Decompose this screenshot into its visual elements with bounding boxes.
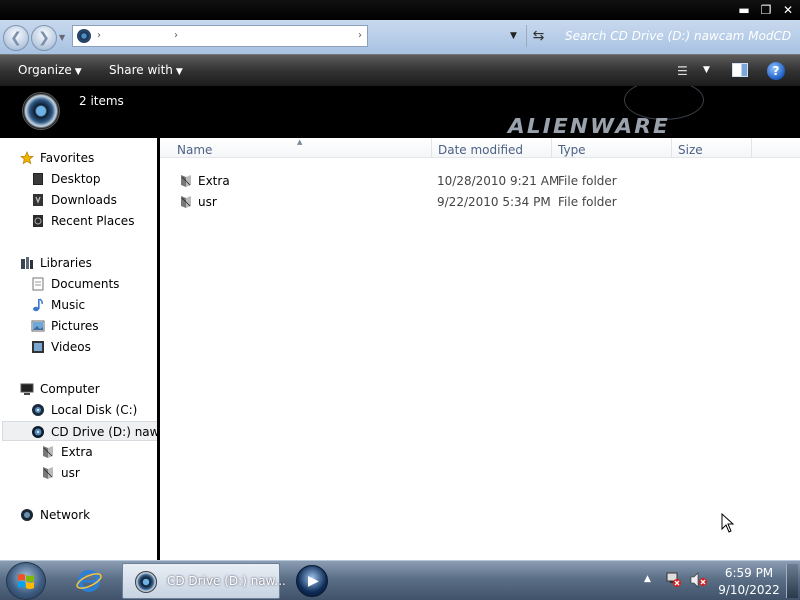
internet-explorer-icon[interactable] — [74, 567, 104, 595]
show-desktop-button[interactable] — [786, 564, 798, 598]
sort-ascending-icon: ▲ — [297, 138, 303, 146]
column-header-date-modified[interactable]: Date modified — [438, 143, 523, 157]
documents-icon — [32, 277, 44, 291]
title-bar: ▬ ❐ ✕ — [0, 0, 800, 20]
address-bar[interactable]: › › › — [72, 25, 368, 47]
change-view-icon[interactable]: ☰ — [677, 64, 688, 78]
desktop-icon — [33, 173, 43, 185]
command-bar: Organize ▼ Share with ▼ ☰ ▼ ? — [0, 54, 800, 86]
sidebar-label: Recent Places — [51, 214, 135, 228]
details-header: 2 items ALIENWARE — [0, 86, 800, 138]
computer-icon — [20, 383, 34, 395]
taskbar-button-label: CD Drive (D:) naw... — [167, 574, 286, 588]
column-separator[interactable] — [671, 138, 672, 158]
windows-logo-icon — [18, 574, 34, 589]
minimize-button[interactable]: ▬ — [733, 2, 755, 18]
close-button[interactable]: ✕ — [777, 2, 799, 18]
column-header-type[interactable]: Type — [558, 143, 586, 157]
videos-icon — [32, 341, 44, 353]
file-type: File folder — [558, 195, 617, 209]
share-with-button[interactable]: Share with ▼ — [109, 63, 183, 77]
file-name: Extra — [198, 174, 230, 188]
address-row: ❮ ❯ ▼ › › › ▼ ⇆ Search CD Drive (D:) naw… — [0, 20, 800, 54]
breadcrumb-chevron-icon[interactable]: › — [97, 30, 101, 41]
sidebar-label: Music — [51, 298, 86, 312]
hard-disk-icon — [32, 404, 44, 416]
column-headers: ▲ Name Date modified Type Size — [160, 138, 800, 158]
pictures-icon — [31, 320, 45, 332]
mouse-cursor-icon — [721, 513, 735, 533]
sidebar-label: Local Disk (C:) — [51, 403, 138, 417]
start-button[interactable] — [6, 562, 46, 600]
sidebar-label: Desktop — [51, 172, 101, 186]
back-button[interactable]: ❮ — [3, 25, 29, 51]
show-hidden-icons-icon[interactable]: ▲ — [644, 574, 651, 584]
share-with-label: Share with — [109, 63, 173, 77]
column-separator[interactable] — [431, 138, 432, 158]
cd-drive-icon — [135, 571, 157, 593]
address-history-dropdown-icon[interactable]: ▼ — [510, 31, 517, 41]
clock-date[interactable]: 9/10/2022 — [714, 583, 784, 597]
volume-muted-icon[interactable] — [690, 572, 708, 588]
sidebar-label: Pictures — [51, 319, 99, 333]
file-list: ▲ Name Date modified Type Size Extra 10/… — [160, 138, 800, 560]
cd-drive-icon — [77, 29, 91, 43]
refresh-icon[interactable]: ⇆ — [526, 25, 550, 47]
folder-icon — [181, 175, 191, 187]
column-separator[interactable] — [751, 138, 752, 158]
breadcrumb-chevron-icon[interactable]: › — [174, 30, 178, 41]
table-row[interactable]: usr 9/22/2010 5:34 PM File folder — [176, 192, 776, 212]
network-status-icon[interactable] — [666, 572, 682, 588]
sidebar-label: Network — [40, 508, 91, 522]
sidebar-label: Downloads — [51, 193, 117, 207]
music-icon — [33, 298, 43, 312]
file-name: usr — [198, 195, 217, 209]
sidebar-label: Favorites — [40, 151, 95, 165]
sidebar-label: Documents — [51, 277, 120, 291]
libraries-icon — [21, 257, 33, 269]
view-options-dropdown-icon[interactable]: ▼ — [703, 65, 710, 75]
column-separator[interactable] — [551, 138, 552, 158]
star-icon — [20, 151, 34, 165]
media-player-icon[interactable]: ▶ — [296, 565, 328, 597]
items-count: 2 items — [79, 94, 124, 108]
file-date-modified: 10/28/2010 9:21 AM — [437, 174, 560, 188]
downloads-icon — [33, 194, 43, 206]
breadcrumb-chevron-icon[interactable]: › — [358, 30, 362, 41]
column-header-size[interactable]: Size — [678, 143, 703, 157]
taskbar-button-explorer[interactable]: CD Drive (D:) naw... — [122, 563, 286, 599]
recent-pages-dropdown-icon[interactable]: ▼ — [59, 33, 65, 42]
organize-label: Organize — [18, 63, 72, 77]
taskbar: CD Drive (D:) naw... ▶ ▲ 6:59 PM 9/10/20… — [0, 560, 800, 600]
alienware-logo: ALIENWARE — [508, 114, 670, 138]
chevron-down-icon: ▼ — [74, 67, 82, 77]
search-input[interactable]: Search CD Drive (D:) nawcam ModCD — [556, 25, 796, 47]
network-icon — [21, 509, 33, 521]
sidebar-label: CD Drive (D:) nawcam ModCD — [51, 425, 157, 439]
sidebar-label: Videos — [51, 340, 91, 354]
help-icon[interactable]: ? — [767, 62, 785, 80]
sidebar-label: usr — [61, 466, 80, 480]
organize-button[interactable]: Organize ▼ — [18, 63, 82, 77]
sidebar-label: Extra — [61, 445, 93, 459]
preview-pane-icon[interactable] — [732, 63, 748, 77]
file-date-modified: 9/22/2010 5:34 PM — [437, 195, 551, 209]
chevron-down-icon: ▼ — [175, 67, 183, 77]
file-type: File folder — [558, 174, 617, 188]
folder-icon — [43, 446, 53, 458]
folder-icon — [43, 467, 53, 479]
recent-places-icon — [33, 215, 43, 227]
navigation-pane: Favorites Desktop Downloads Recent Place… — [0, 138, 157, 560]
cd-drive-large-icon — [22, 92, 60, 130]
sidebar-label: Computer — [40, 382, 100, 396]
folder-icon — [181, 196, 191, 208]
clock-time[interactable]: 6:59 PM — [714, 566, 784, 580]
column-header-name[interactable]: Name — [177, 143, 212, 157]
sidebar-item-cd-drive[interactable]: CD Drive (D:) nawcam ModCD — [2, 421, 157, 441]
forward-button[interactable]: ❯ — [31, 25, 57, 51]
sidebar-label: Libraries — [40, 256, 92, 270]
table-row[interactable]: Extra 10/28/2010 9:21 AM File folder — [176, 171, 776, 191]
cd-drive-icon — [32, 426, 44, 438]
maximize-button[interactable]: ❐ — [755, 2, 777, 18]
